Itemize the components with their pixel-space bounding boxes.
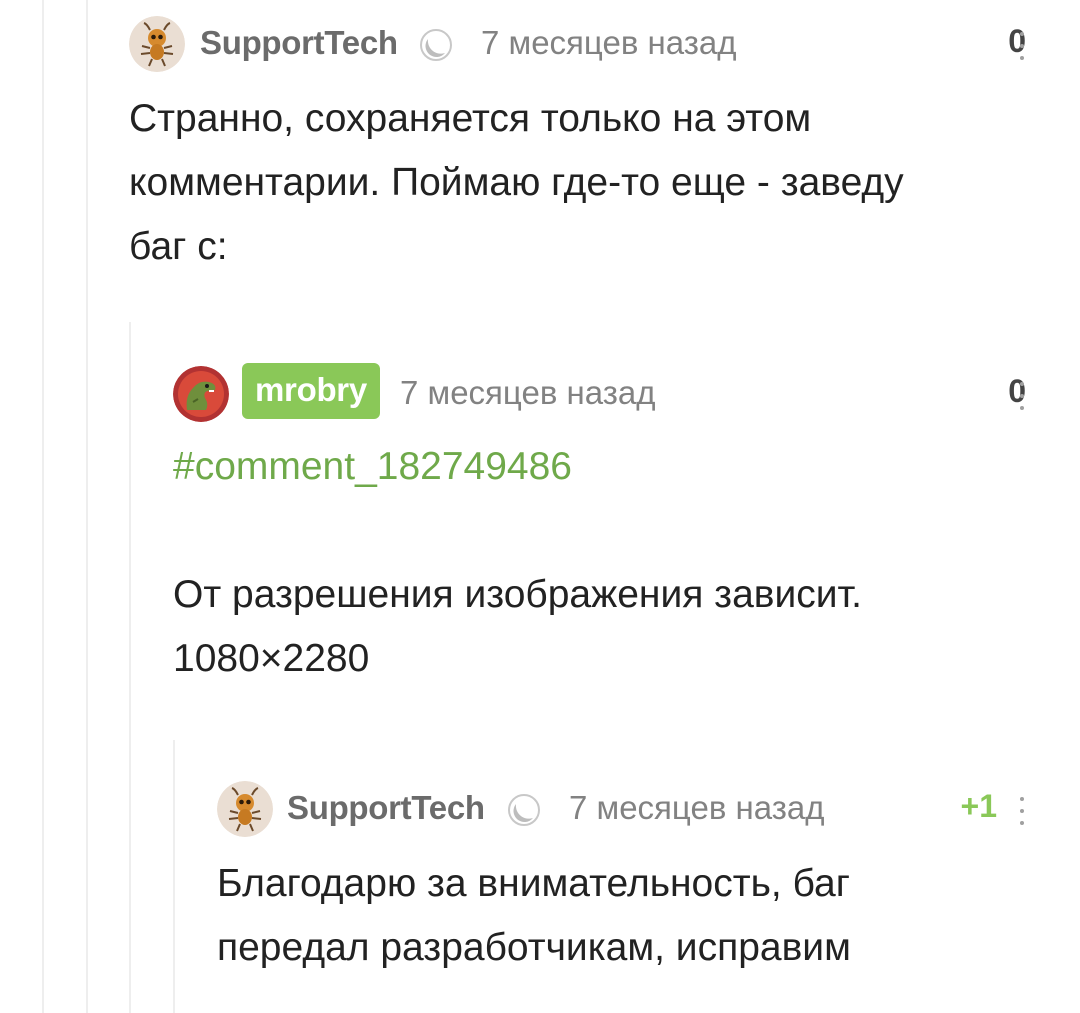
comment-text-line: передал разработчикам, исправим xyxy=(217,926,851,969)
ant-mascot-icon[interactable] xyxy=(129,16,185,72)
comment-header: SupportTech 7 месяцев назад 0 xyxy=(129,16,1049,72)
ant-mascot-icon[interactable] xyxy=(217,781,273,837)
thread-line-level-2 xyxy=(129,322,131,1013)
comment-text: Благодарю за внимательность, баг передал… xyxy=(217,852,1049,980)
comment-header: mrobry 7 месяцев назад 0 xyxy=(173,363,1049,422)
thread-line-level-0 xyxy=(42,0,44,1013)
moon-badge-icon xyxy=(419,28,453,67)
comment-text-line: От разрешения изображения зависит. xyxy=(173,573,862,616)
comment-text-line: Благодарю за внимательность, баг xyxy=(217,862,850,905)
thread-line-level-3 xyxy=(173,740,175,1013)
author-name-badge[interactable]: mrobry xyxy=(242,363,380,419)
more-menu-icon[interactable] xyxy=(1019,32,1025,60)
comment: SupportTech 7 месяцев назад 0 Странно, с… xyxy=(129,16,1049,268)
comment-text: #comment_182749486 От разрешения изображ… xyxy=(173,435,1049,691)
dinosaur-avatar-icon[interactable] xyxy=(173,366,229,422)
more-menu-icon[interactable] xyxy=(1019,797,1025,825)
comment-text-line: комментарии. Поймаю где-то еще - заведу xyxy=(129,161,904,204)
comment-rating: 0 xyxy=(1008,23,1026,59)
thread-line-level-1 xyxy=(86,0,88,1013)
comment-text: Странно, сохраняется только на этом комм… xyxy=(129,87,1049,279)
comment-time[interactable]: 7 месяцев назад xyxy=(569,789,824,827)
comment-rating: 0 xyxy=(1008,373,1026,409)
comment-rating: +1 xyxy=(960,788,997,824)
author-name[interactable]: SupportTech xyxy=(287,789,485,827)
comment-text-line: баг с: xyxy=(129,225,228,268)
author-name[interactable]: SupportTech xyxy=(200,24,398,62)
more-menu-icon[interactable] xyxy=(1019,382,1025,410)
moon-badge-icon xyxy=(507,793,541,832)
comment-text-line: 1080×2280 xyxy=(173,637,370,680)
comment: SupportTech 7 месяцев назад +1 Благодарю… xyxy=(217,781,1049,969)
comment-time[interactable]: 7 месяцев назад xyxy=(400,374,655,412)
comment-header: SupportTech 7 месяцев назад +1 xyxy=(217,781,1049,837)
comment: mrobry 7 месяцев назад 0 #comment_182749… xyxy=(173,363,1049,680)
comment-anchor-link[interactable]: #comment_182749486 xyxy=(173,435,1049,499)
comment-text-line: Странно, сохраняется только на этом xyxy=(129,97,812,140)
comment-time[interactable]: 7 месяцев назад xyxy=(481,24,736,62)
